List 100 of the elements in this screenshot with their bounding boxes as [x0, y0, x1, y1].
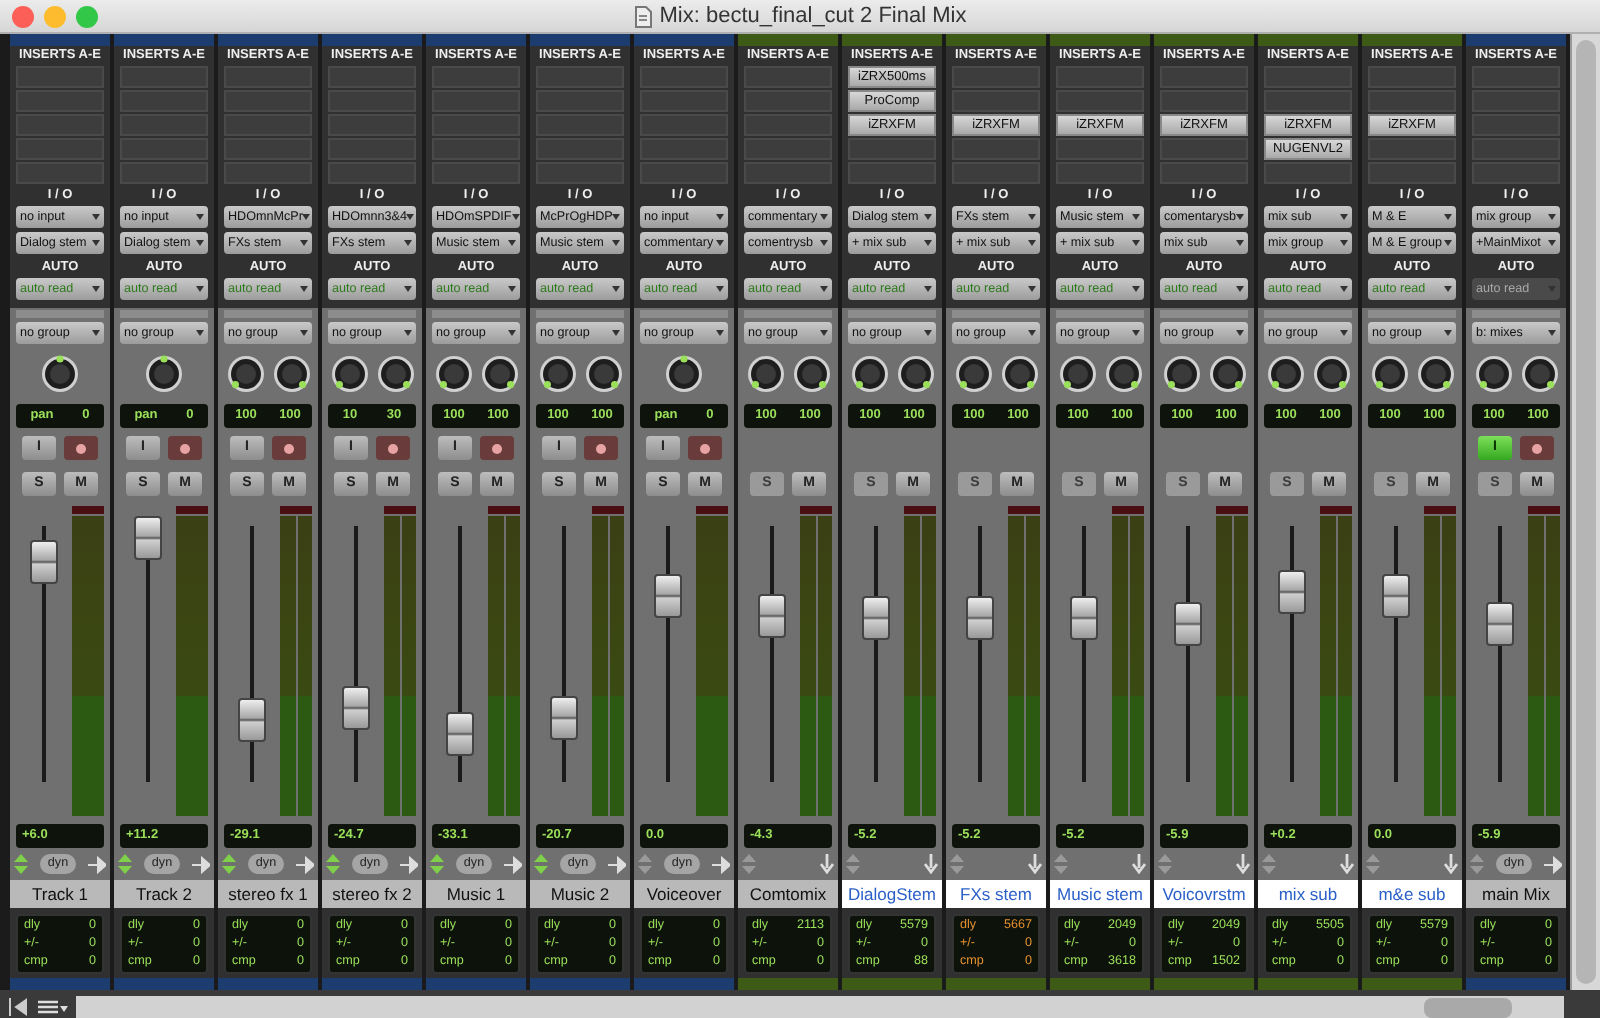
up-down-arrows-icon[interactable]: [118, 854, 132, 874]
up-down-arrows-icon[interactable]: [1366, 854, 1380, 874]
pan-knob[interactable]: [144, 354, 184, 394]
fader-handle[interactable]: [1278, 570, 1306, 615]
arrow-icon[interactable]: [88, 855, 106, 873]
fader-handle[interactable]: [1070, 596, 1098, 641]
fader-handle[interactable]: [342, 685, 370, 730]
horizontal-scrollbar[interactable]: [76, 995, 1564, 1018]
track-name[interactable]: Track 2: [114, 880, 214, 908]
record-button[interactable]: [64, 436, 98, 460]
arrow-icon[interactable]: [400, 855, 418, 873]
record-button[interactable]: [584, 436, 618, 460]
pan-knob[interactable]: [1207, 354, 1247, 394]
fader-handle[interactable]: [238, 698, 266, 743]
track-name[interactable]: stereo fx 2: [322, 880, 422, 908]
pan-knob[interactable]: [1057, 354, 1097, 394]
collapse-icon[interactable]: [8, 998, 28, 1016]
record-button[interactable]: [688, 436, 722, 460]
record-button[interactable]: [168, 436, 202, 460]
pan-knob[interactable]: [1311, 354, 1351, 394]
up-down-arrows-icon[interactable]: [1054, 854, 1068, 874]
fader-handle[interactable]: [654, 573, 682, 618]
fader-handle[interactable]: [1382, 573, 1410, 618]
track-name[interactable]: Music 2: [530, 880, 630, 908]
fader-handle[interactable]: [966, 596, 994, 641]
down-arrow-icon[interactable]: [1340, 854, 1354, 874]
up-down-arrows-icon[interactable]: [638, 854, 652, 874]
track-name[interactable]: Music stem: [1050, 880, 1150, 908]
fader-handle[interactable]: [1486, 601, 1514, 646]
up-down-arrows-icon[interactable]: [1470, 854, 1484, 874]
pan-knob[interactable]: [1519, 354, 1559, 394]
pan-knob[interactable]: [791, 354, 831, 394]
fader-handle[interactable]: [550, 696, 578, 740]
close-button[interactable]: [12, 5, 34, 27]
pan-knob[interactable]: [1161, 354, 1201, 394]
track-name[interactable]: Voiceover: [634, 880, 734, 908]
fader-handle[interactable]: [446, 711, 474, 756]
pan-knob[interactable]: [745, 354, 785, 394]
record-button[interactable]: [1520, 436, 1554, 460]
fader-handle[interactable]: [30, 539, 58, 584]
pan-knob[interactable]: [1103, 354, 1143, 394]
down-arrow-icon[interactable]: [1236, 854, 1250, 874]
pan-knob[interactable]: [271, 354, 311, 394]
down-arrow-icon[interactable]: [1444, 854, 1458, 874]
record-button[interactable]: [272, 436, 306, 460]
scroll-thumb[interactable]: [1424, 997, 1512, 1017]
pan-knob[interactable]: [375, 354, 415, 394]
fader-handle[interactable]: [1174, 601, 1202, 646]
up-down-arrows-icon[interactable]: [742, 854, 756, 874]
pan-knob[interactable]: [953, 354, 993, 394]
pan-knob[interactable]: [895, 354, 935, 394]
pan-knob[interactable]: [1415, 354, 1455, 394]
pan-knob[interactable]: [433, 354, 473, 394]
down-arrow-icon[interactable]: [1132, 854, 1146, 874]
track-name[interactable]: m&e sub: [1362, 880, 1462, 908]
pan-knob[interactable]: [537, 354, 577, 394]
up-down-arrows-icon[interactable]: [1158, 854, 1172, 874]
arrow-icon[interactable]: [504, 855, 522, 873]
down-arrow-icon[interactable]: [820, 854, 834, 874]
pan-knob[interactable]: [999, 354, 1039, 394]
track-name[interactable]: FXs stem: [946, 880, 1046, 908]
track-name[interactable]: Music 1: [426, 880, 526, 908]
up-down-arrows-icon[interactable]: [846, 854, 860, 874]
track-name[interactable]: mix sub: [1258, 880, 1358, 908]
pan-knob[interactable]: [583, 354, 623, 394]
vertical-scrollbar[interactable]: [1570, 34, 1600, 990]
menu-icon[interactable]: [36, 998, 68, 1016]
track-name[interactable]: DialogStem: [842, 880, 942, 908]
up-down-arrows-icon[interactable]: [222, 854, 236, 874]
pan-knob[interactable]: [329, 354, 369, 394]
track-name[interactable]: main Mix: [1466, 880, 1566, 908]
up-down-arrows-icon[interactable]: [534, 854, 548, 874]
track-name[interactable]: Comtomix: [738, 880, 838, 908]
track-name[interactable]: Voicovrstm: [1154, 880, 1254, 908]
pan-knob[interactable]: [1265, 354, 1305, 394]
fader-handle[interactable]: [862, 596, 890, 641]
up-down-arrows-icon[interactable]: [950, 854, 964, 874]
scroll-thumb[interactable]: [1576, 40, 1596, 984]
up-down-arrows-icon[interactable]: [430, 854, 444, 874]
down-arrow-icon[interactable]: [924, 854, 938, 874]
pan-knob[interactable]: [664, 354, 704, 394]
record-button[interactable]: [376, 436, 410, 460]
arrow-icon[interactable]: [608, 855, 626, 873]
up-down-arrows-icon[interactable]: [326, 854, 340, 874]
arrow-icon[interactable]: [192, 855, 210, 873]
fader-handle[interactable]: [134, 516, 162, 561]
pan-knob[interactable]: [849, 354, 889, 394]
track-name[interactable]: stereo fx 1: [218, 880, 318, 908]
minimize-button[interactable]: [44, 5, 66, 27]
up-down-arrows-icon[interactable]: [14, 854, 28, 874]
pan-knob[interactable]: [1473, 354, 1513, 394]
pan-knob[interactable]: [1369, 354, 1409, 394]
up-down-arrows-icon[interactable]: [1262, 854, 1276, 874]
arrow-icon[interactable]: [296, 855, 314, 873]
pan-knob[interactable]: [225, 354, 265, 394]
arrow-icon[interactable]: [712, 855, 730, 873]
pan-knob[interactable]: [479, 354, 519, 394]
pan-knob[interactable]: [40, 354, 80, 394]
down-arrow-icon[interactable]: [1028, 854, 1042, 874]
fader-handle[interactable]: [758, 593, 786, 638]
